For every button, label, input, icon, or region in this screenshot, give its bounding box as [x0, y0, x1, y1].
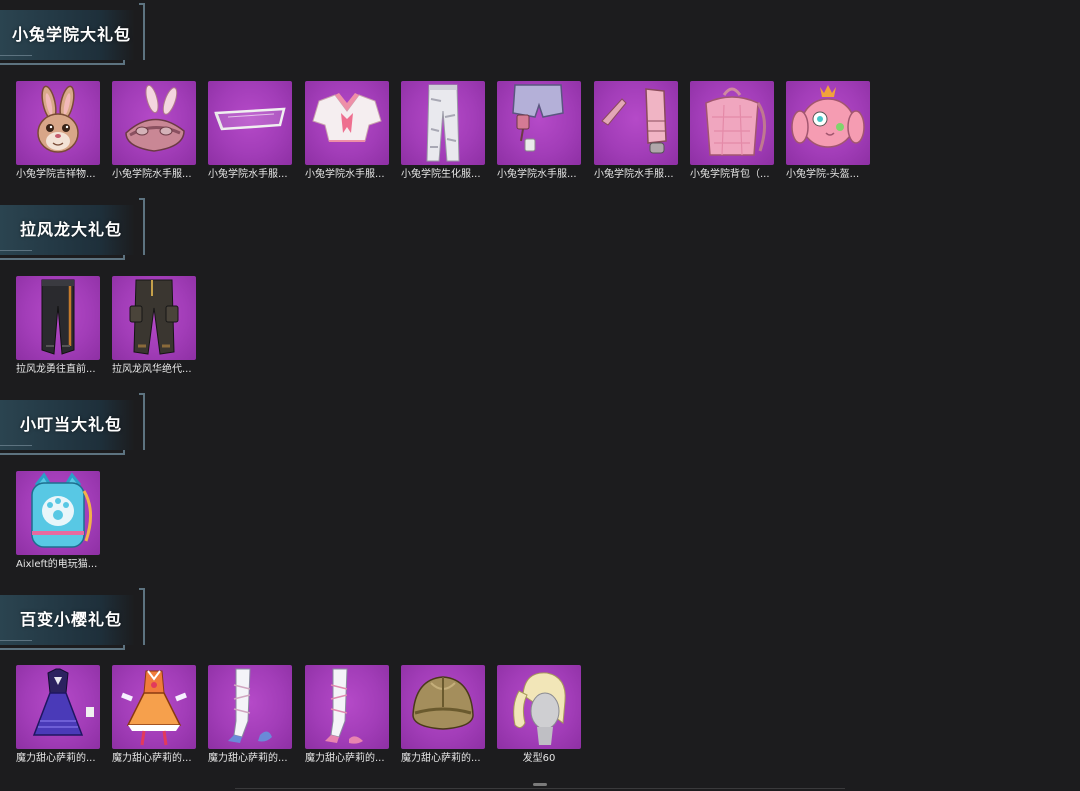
- section-header-dragon: 拉风龙大礼包: [0, 198, 146, 262]
- purple-dress-icon: [16, 665, 100, 749]
- pink-stocking-icon: [305, 665, 389, 749]
- item-card[interactable]: Aixleft的电玩猫...: [16, 471, 100, 571]
- header-frame: [139, 393, 145, 450]
- item-name: 魔力甜心萨莉的...: [208, 753, 288, 764]
- item-card[interactable]: 小兔学院吉祥物...: [16, 81, 100, 181]
- header-frame: [139, 3, 145, 60]
- item-card[interactable]: 小兔学院背包（...: [690, 81, 774, 181]
- orange-dress-icon: [112, 665, 196, 749]
- item-card[interactable]: 小兔学院-头盔...: [786, 81, 870, 181]
- item-name: Aixleft的电玩猫...: [16, 559, 98, 570]
- item-name: 魔力甜心萨莉的...: [305, 753, 385, 764]
- item-card[interactable]: 魔力甜心萨莉的...: [305, 665, 389, 765]
- footer-divider: [235, 788, 845, 789]
- gold-helmet-icon: [401, 665, 485, 749]
- item-name: 小兔学院水手服...: [497, 169, 577, 180]
- item-name: 拉风龙勇往直前...: [16, 364, 96, 375]
- item-name: 小兔学院背包（...: [690, 169, 770, 180]
- hairstyle-head-icon: [497, 665, 581, 749]
- bunny-mascot-mask-icon: [16, 81, 100, 165]
- scroll-indicator[interactable]: [533, 783, 547, 786]
- pink-backpack-icon: [690, 81, 774, 165]
- header-frame: [139, 588, 145, 645]
- section-header-bunny-academy: 小兔学院大礼包: [0, 3, 146, 67]
- cat-backpack-icon: [16, 471, 100, 555]
- item-card[interactable]: 发型60: [497, 665, 581, 765]
- bunny-helmet-icon: [786, 81, 870, 165]
- item-card[interactable]: 魔力甜心萨莉的...: [401, 665, 485, 765]
- gloves-icon: [594, 81, 678, 165]
- sailor-shorts-icon: [497, 81, 581, 165]
- cargo-pants-icon: [112, 276, 196, 360]
- item-card[interactable]: 小兔学院水手服...: [497, 81, 581, 181]
- item-card[interactable]: 小兔学院水手服...: [208, 81, 292, 181]
- item-name: 魔力甜心萨莉的...: [401, 753, 481, 764]
- dark-pants-icon: [16, 276, 100, 360]
- section-title: 小叮当大礼包: [20, 415, 123, 434]
- item-card[interactable]: 魔力甜心萨莉的...: [208, 665, 292, 765]
- sailor-top-icon: [305, 81, 389, 165]
- item-name: 小兔学院-头盔...: [786, 169, 860, 180]
- item-card[interactable]: 魔力甜心萨莉的...: [112, 665, 196, 765]
- item-name: 小兔学院水手服...: [305, 169, 385, 180]
- header-frame: [139, 198, 145, 255]
- goggles-icon: [208, 81, 292, 165]
- item-card[interactable]: 拉风龙风华绝代...: [112, 276, 196, 376]
- item-name: 拉风龙风华绝代...: [112, 364, 192, 375]
- white-pants-icon: [401, 81, 485, 165]
- item-name: 小兔学院生化服...: [401, 169, 481, 180]
- section-title: 拉风龙大礼包: [20, 220, 123, 239]
- blue-stocking-icon: [208, 665, 292, 749]
- item-name: 小兔学院水手服...: [594, 169, 674, 180]
- item-name: 魔力甜心萨莉的...: [16, 753, 96, 764]
- item-name: 发型60: [522, 753, 556, 764]
- item-card[interactable]: 小兔学院水手服...: [594, 81, 678, 181]
- item-name: 小兔学院水手服...: [208, 169, 288, 180]
- item-card[interactable]: 小兔学院水手服...: [305, 81, 389, 181]
- item-card[interactable]: 小兔学院生化服...: [401, 81, 485, 181]
- item-card[interactable]: 拉风龙勇往直前...: [16, 276, 100, 376]
- item-name: 魔力甜心萨莉的...: [112, 753, 192, 764]
- gift-pack-inventory: 小兔学院大礼包 小兔学院吉祥物... 小兔学院水手服... 小兔学院水手服...…: [0, 0, 1080, 791]
- section-title: 百变小樱礼包: [20, 610, 123, 629]
- item-card[interactable]: 小兔学院水手服...: [112, 81, 196, 181]
- bunny-ear-helmet-icon: [112, 81, 196, 165]
- section-title: 小兔学院大礼包: [12, 25, 132, 44]
- item-card[interactable]: 魔力甜心萨莉的...: [16, 665, 100, 765]
- section-header-sakura: 百变小樱礼包: [0, 588, 146, 652]
- item-name: 小兔学院吉祥物...: [16, 169, 96, 180]
- section-header-doraemon: 小叮当大礼包: [0, 393, 146, 457]
- item-name: 小兔学院水手服...: [112, 169, 192, 180]
